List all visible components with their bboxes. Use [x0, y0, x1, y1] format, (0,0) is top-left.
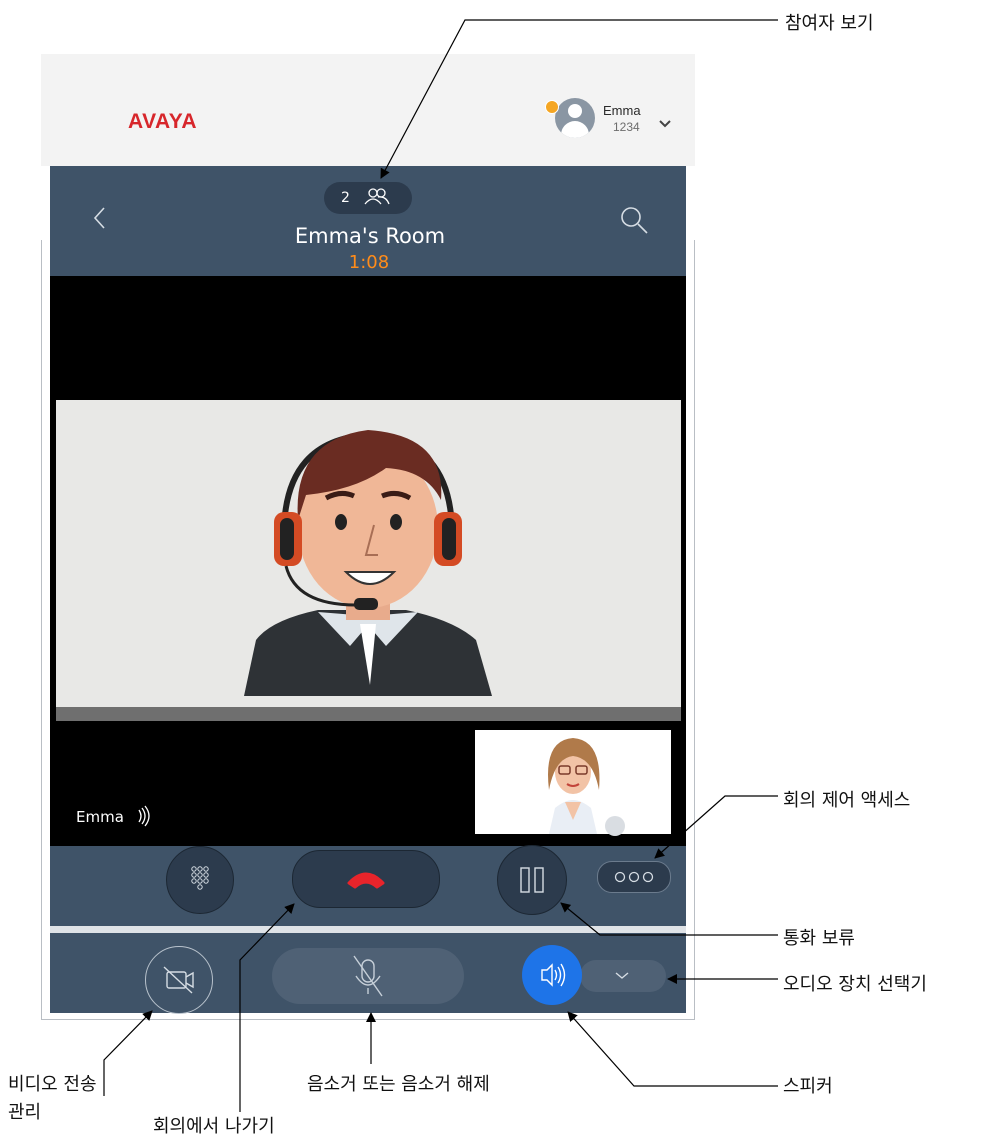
- callout-audio-device: 오디오 장치 선택기: [783, 974, 927, 995]
- callout-lines: [103, 19, 778, 1112]
- callout-video-line2: 관리: [8, 1102, 42, 1123]
- callout-video-line1: 비디오 전송: [8, 1074, 97, 1095]
- callout-mute: 음소거 또는 음소거 해제: [307, 1074, 490, 1095]
- callout-hold: 통화 보류: [783, 928, 855, 949]
- callout-leave: 회의에서 나가기: [153, 1116, 275, 1137]
- callout-speaker: 스피커: [783, 1076, 833, 1097]
- callout-conference-controls: 회의 제어 액세스: [783, 790, 911, 811]
- callout-participants: 참여자 보기: [785, 13, 874, 34]
